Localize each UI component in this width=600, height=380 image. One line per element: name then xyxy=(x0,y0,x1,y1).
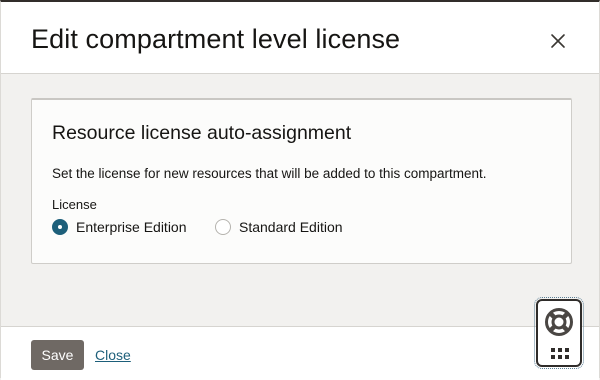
radio-standard-edition[interactable]: Standard Edition xyxy=(215,218,343,236)
license-card: Resource license auto-assignment Set the… xyxy=(31,98,572,264)
help-widget[interactable] xyxy=(534,297,584,369)
dialog-body: Resource license auto-assignment Set the… xyxy=(1,74,599,326)
grid-dots-icon xyxy=(550,347,570,366)
card-title: Resource license auto-assignment xyxy=(52,122,352,144)
edit-license-dialog: Edit compartment level license Resource … xyxy=(0,0,600,380)
dialog-footer: Save Close xyxy=(1,326,599,380)
close-icon[interactable] xyxy=(547,30,569,52)
close-link[interactable]: Close xyxy=(95,347,131,363)
card-description: Set the license for new resources that w… xyxy=(52,166,487,181)
radio-unselected-icon[interactable] xyxy=(215,219,231,235)
license-label: License xyxy=(52,197,97,212)
dialog-title: Edit compartment level license xyxy=(31,24,401,54)
lifebuoy-icon xyxy=(544,307,574,342)
radio-label: Standard Edition xyxy=(239,219,343,235)
radio-label: Enterprise Edition xyxy=(76,219,187,235)
radio-selected-icon[interactable] xyxy=(52,219,68,235)
save-button[interactable]: Save xyxy=(31,340,84,370)
dialog-header: Edit compartment level license xyxy=(1,2,599,74)
radio-enterprise-edition[interactable]: Enterprise Edition xyxy=(52,218,187,236)
